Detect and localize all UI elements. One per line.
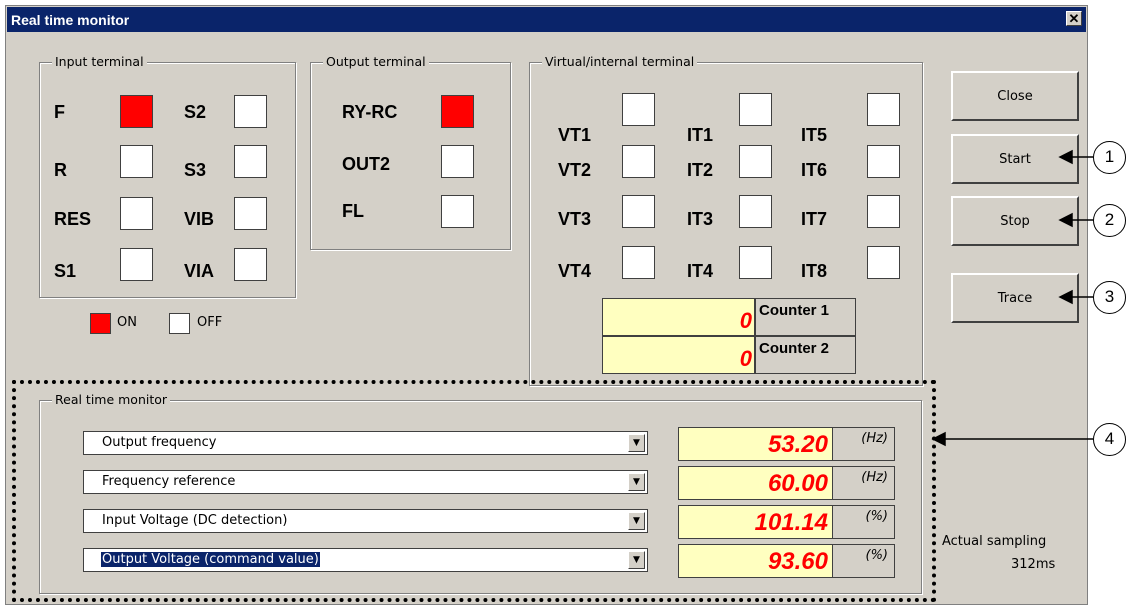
input-VIB-label: VIB bbox=[184, 209, 215, 229]
output-RY-RC-label: RY-RC bbox=[342, 102, 398, 122]
it7-indicator bbox=[867, 195, 900, 228]
output-OUT2-indicator bbox=[441, 145, 474, 178]
monitor-unit-2: (Hz) bbox=[832, 466, 895, 500]
counter-1-value: 0 bbox=[602, 298, 755, 336]
monitor-value-2: 60.00 bbox=[678, 466, 833, 500]
virtual-terminal-label: Virtual/internal terminal bbox=[542, 54, 698, 69]
it5-indicator bbox=[867, 93, 900, 126]
window-close-icon[interactable]: ✕ bbox=[1066, 11, 1082, 26]
monitor-item-4-text: Output Voltage (command value) bbox=[101, 552, 320, 567]
monitor-item-select-3[interactable]: Input Voltage (DC detection) ▼ bbox=[83, 509, 648, 533]
output-FL-indicator bbox=[441, 195, 474, 228]
counter-1-label: Counter 1 bbox=[755, 298, 856, 336]
counter-2-value: 0 bbox=[602, 336, 755, 374]
vt4-label: VT4 bbox=[558, 261, 592, 281]
trace-button[interactable]: Trace bbox=[951, 273, 1079, 323]
dropdown-arrow-icon[interactable]: ▼ bbox=[628, 512, 645, 530]
callout-4: 4 bbox=[1093, 423, 1126, 456]
input-VIA-indicator bbox=[234, 248, 267, 281]
output-terminal-group: Output terminal bbox=[310, 54, 511, 250]
it3-label: IT3 bbox=[687, 209, 714, 229]
counter-2-label: Counter 2 bbox=[755, 336, 856, 374]
it6-label: IT6 bbox=[801, 160, 828, 180]
input-RES-label: RES bbox=[54, 209, 92, 229]
vt2-indicator bbox=[622, 145, 655, 178]
dropdown-arrow-icon[interactable]: ▼ bbox=[628, 473, 645, 491]
monitor-item-select-4[interactable]: Output Voltage (command value) ▼ bbox=[83, 548, 648, 572]
input-S2-label: S2 bbox=[184, 102, 207, 122]
title-bar: Real time monitor ✕ bbox=[7, 7, 1086, 32]
it4-label: IT4 bbox=[687, 261, 714, 281]
dropdown-arrow-icon[interactable]: ▼ bbox=[628, 434, 645, 452]
callout-3: 3 bbox=[1093, 281, 1126, 314]
legend-off-swatch bbox=[169, 313, 190, 334]
dropdown-arrow-icon[interactable]: ▼ bbox=[628, 551, 645, 569]
real-time-monitor-label: Real time monitor bbox=[52, 392, 171, 407]
it6-indicator bbox=[867, 145, 900, 178]
input-F-label: F bbox=[54, 102, 65, 122]
vt3-label: VT3 bbox=[558, 209, 592, 229]
window-title: Real time monitor bbox=[11, 11, 130, 28]
legend-on-label: ON bbox=[117, 315, 137, 330]
close-button[interactable]: Close bbox=[951, 71, 1079, 121]
input-S3-label: S3 bbox=[184, 160, 207, 180]
it5-label: IT5 bbox=[801, 125, 828, 145]
vt4-indicator bbox=[622, 246, 655, 279]
input-RES-indicator bbox=[120, 197, 153, 230]
vt1-indicator bbox=[622, 93, 655, 126]
monitor-value-4: 93.60 bbox=[678, 544, 833, 578]
it2-label: IT2 bbox=[687, 160, 714, 180]
stop-button[interactable]: Stop bbox=[951, 196, 1079, 246]
output-FL-label: FL bbox=[342, 201, 364, 221]
it3-indicator bbox=[739, 195, 772, 228]
input-R-label: R bbox=[54, 160, 67, 180]
input-F-indicator bbox=[120, 95, 153, 128]
callout-2: 2 bbox=[1093, 204, 1126, 237]
it8-indicator bbox=[867, 246, 900, 279]
vt2-label: VT2 bbox=[558, 160, 592, 180]
output-RY-RC-indicator bbox=[441, 95, 474, 128]
monitor-value-1: 53.20 bbox=[678, 427, 833, 461]
input-S1-indicator bbox=[120, 248, 153, 281]
monitor-item-select-2[interactable]: Frequency reference ▼ bbox=[83, 470, 648, 494]
input-S1-label: S1 bbox=[54, 261, 77, 281]
monitor-item-1-text: Output frequency bbox=[102, 435, 217, 450]
callout-1: 1 bbox=[1093, 141, 1126, 174]
monitor-item-select-1[interactable]: Output frequency ▼ bbox=[83, 431, 648, 455]
monitor-unit-4: (%) bbox=[832, 544, 895, 578]
monitor-unit-1: (Hz) bbox=[832, 427, 895, 461]
output-OUT2-label: OUT2 bbox=[342, 154, 391, 174]
monitor-value-3: 101.14 bbox=[678, 505, 833, 539]
input-VIA-label: VIA bbox=[184, 261, 215, 281]
input-terminal-label: Input terminal bbox=[52, 54, 147, 69]
vt3-indicator bbox=[622, 195, 655, 228]
it2-indicator bbox=[739, 145, 772, 178]
it4-indicator bbox=[739, 246, 772, 279]
actual-sampling-label: Actual sampling bbox=[942, 534, 1047, 549]
it8-label: IT8 bbox=[801, 261, 828, 281]
legend-off-label: OFF bbox=[197, 315, 223, 330]
vt1-label: VT1 bbox=[558, 125, 592, 145]
it1-label: IT1 bbox=[687, 125, 714, 145]
legend-on-swatch bbox=[90, 313, 111, 334]
input-S2-indicator bbox=[234, 95, 267, 128]
monitor-item-2-text: Frequency reference bbox=[102, 474, 236, 489]
monitor-unit-3: (%) bbox=[832, 505, 895, 539]
start-button[interactable]: Start bbox=[951, 134, 1079, 184]
input-VIB-indicator bbox=[234, 197, 267, 230]
it7-label: IT7 bbox=[801, 209, 828, 229]
actual-sampling-value: 312ms bbox=[1011, 557, 1056, 572]
real-time-monitor-window: Real time monitor ✕ Input terminal F R R… bbox=[5, 5, 1088, 605]
it1-indicator bbox=[739, 93, 772, 126]
input-R-indicator bbox=[120, 145, 153, 178]
output-terminal-label: Output terminal bbox=[323, 54, 429, 69]
monitor-item-3-text: Input Voltage (DC detection) bbox=[102, 513, 288, 528]
input-S3-indicator bbox=[234, 145, 267, 178]
